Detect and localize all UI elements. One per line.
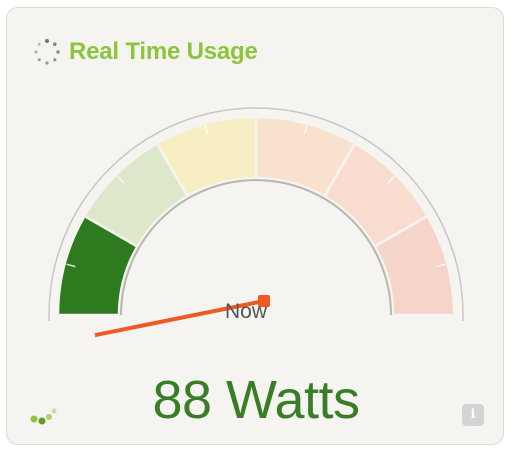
now-label: Now <box>225 300 268 323</box>
info-icon[interactable]: i <box>462 404 484 426</box>
usage-reading: 88 Watts <box>152 370 360 430</box>
needle-tip <box>89 332 96 339</box>
real-time-usage-widget: Real Time Usage Now 88 Watts i <box>6 7 504 445</box>
dots-icon <box>30 408 57 425</box>
usage-gauge <box>48 107 464 339</box>
